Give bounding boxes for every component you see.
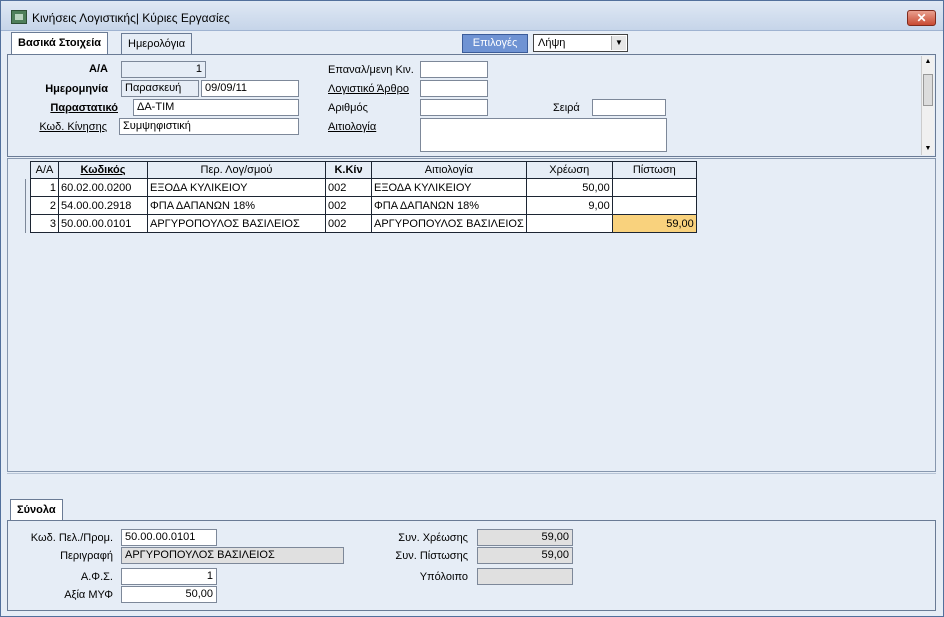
options-button[interactable]: Επιλογές: [462, 34, 528, 53]
number-label: Αριθμός: [328, 102, 368, 114]
app-window: Κινήσεις Λογιστικής| Κύριες Εργασίες ✕ Β…: [0, 0, 944, 617]
table-row[interactable]: 2 54.00.00.2918 ΦΠΑ ΔΑΠΑΝΩΝ 18% 002 ΦΠΑ …: [30, 196, 697, 215]
table-row[interactable]: 3 50.00.00.0101 ΑΡΓΥΡΟΠΟΥΛΟΣ ΒΑΣΙΛΕΙΟΣ 0…: [30, 214, 697, 233]
aa-field: 1: [121, 61, 206, 78]
table-row[interactable]: 1 60.02.00.0200 ΕΞΟΔΑ ΚΥΛΙΚΕΙΟΥ 002 ΕΞΟΔ…: [30, 178, 697, 197]
cell-credit[interactable]: [611, 178, 697, 197]
cell-account-desc[interactable]: ΑΡΓΥΡΟΠΟΥΛΟΣ ΒΑΣΙΛΕΙΟΣ: [147, 214, 326, 233]
article-field[interactable]: [420, 80, 488, 97]
column-header-account-desc[interactable]: Περ. Λογ/σμού: [147, 161, 326, 179]
tab-totals[interactable]: Σύνολα: [10, 499, 63, 521]
cell-debit[interactable]: 9,00: [525, 196, 613, 215]
tab-journals[interactable]: Ημερολόγια: [121, 33, 193, 55]
row-marker[interactable]: [16, 197, 26, 215]
cell-account-desc[interactable]: ΕΞΟΔΑ ΚΥΛΙΚΕΙΟΥ: [147, 178, 326, 197]
tab-main-details[interactable]: Βασικά Στοιχεία: [11, 32, 109, 55]
header-scrollbar[interactable]: ▲ ▼: [921, 56, 934, 155]
cell-aa[interactable]: 1: [30, 178, 59, 197]
scroll-down-icon[interactable]: ▼: [922, 143, 934, 155]
date-field[interactable]: 09/09/11: [201, 80, 299, 97]
cell-debit[interactable]: [525, 214, 613, 233]
series-field[interactable]: [592, 99, 666, 116]
action-select[interactable]: Λήψη ▼: [533, 34, 628, 52]
balance-label: Υπόλοιπο: [419, 571, 468, 583]
afs-label: Α.Φ.Σ.: [80, 571, 113, 583]
scroll-up-icon[interactable]: ▲: [922, 56, 934, 68]
series-label: Σειρά: [553, 102, 580, 114]
cell-debit[interactable]: 50,00: [525, 178, 613, 197]
credit-total-label: Συν. Πίστωσης: [395, 550, 468, 562]
column-header-aa[interactable]: Α/Α: [30, 161, 59, 179]
debit-total-label: Συν. Χρέωσης: [398, 532, 468, 544]
window-title: Κινήσεις Λογιστικής| Κύριες Εργασίες: [32, 11, 230, 25]
cell-kkin[interactable]: 002: [325, 178, 372, 197]
entries-table: Α/Α Κωδικός Περ. Λογ/σμού Κ.Κίν Αιτιολογ…: [30, 161, 697, 233]
cell-reason[interactable]: ΑΡΓΥΡΟΠΟΥΛΟΣ ΒΑΣΙΛΕΙΟΣ: [371, 214, 527, 233]
close-button[interactable]: ✕: [907, 10, 936, 26]
action-select-value: Λήψη: [538, 37, 566, 49]
description-field: ΑΡΓΥΡΟΠΟΥΛΟΣ ΒΑΣΙΛΕΙΟΣ: [121, 547, 344, 564]
app-logo-icon: [11, 10, 27, 24]
row-marker[interactable]: [16, 179, 26, 197]
aa-label: Α/Α: [89, 63, 108, 75]
cell-credit-selected[interactable]: 59,00: [611, 214, 697, 233]
cell-code[interactable]: 54.00.00.2918: [58, 196, 148, 215]
cell-aa[interactable]: 3: [30, 214, 59, 233]
table-header-row: Α/Α Κωδικός Περ. Λογ/σμού Κ.Κίν Αιτιολογ…: [30, 161, 697, 179]
number-field[interactable]: [420, 99, 488, 116]
chevron-down-icon[interactable]: ▼: [611, 36, 626, 50]
grid-footer-band: [7, 473, 936, 494]
myf-field[interactable]: 50,00: [121, 586, 217, 603]
row-marker[interactable]: [16, 215, 26, 233]
afs-field[interactable]: 1: [121, 568, 217, 585]
cell-code[interactable]: 60.02.00.0200: [58, 178, 148, 197]
debit-total-field: 59,00: [477, 529, 573, 546]
cell-account-desc[interactable]: ΦΠΑ ΔΑΠΑΝΩΝ 18%: [147, 196, 326, 215]
move-code-field[interactable]: Συμψηφιστική: [119, 118, 299, 135]
title-bar: Κινήσεις Λογιστικής| Κύριες Εργασίες ✕: [1, 1, 943, 31]
cell-reason[interactable]: ΦΠΑ ΔΑΠΑΝΩΝ 18%: [371, 196, 527, 215]
cell-kkin[interactable]: 002: [325, 214, 372, 233]
column-header-reason[interactable]: Αιτιολογία: [371, 161, 527, 179]
header-panel: Α/Α 1 Ημερομηνία Παρασκευή 09/09/11 Παρα…: [7, 54, 936, 157]
recurring-field[interactable]: [420, 61, 488, 78]
credit-total-field: 59,00: [477, 547, 573, 564]
column-header-kkin[interactable]: Κ.Κίν: [325, 161, 372, 179]
move-code-label[interactable]: Κωδ. Κίνησης: [18, 121, 107, 133]
document-field[interactable]: ΔΑ-ΤΙΜ: [133, 99, 299, 116]
column-header-debit[interactable]: Χρέωση: [525, 161, 613, 179]
entries-grid-panel: Α/Α Κωδικός Περ. Λογ/σμού Κ.Κίν Αιτιολογ…: [7, 158, 936, 472]
column-header-code[interactable]: Κωδικός: [58, 161, 148, 179]
cell-code[interactable]: 50.00.00.0101: [58, 214, 148, 233]
reason-label[interactable]: Αιτιολογία: [328, 121, 376, 133]
date-label: Ημερομηνία: [45, 83, 108, 95]
column-header-credit[interactable]: Πίστωση: [611, 161, 697, 179]
day-field: Παρασκευή: [121, 80, 199, 97]
cell-credit[interactable]: [611, 196, 697, 215]
totals-panel: Κωδ. Πελ./Προμ. 50.00.00.0101 Περιγραφή …: [7, 520, 936, 611]
reason-textarea[interactable]: [420, 118, 667, 152]
description-label: Περιγραφή: [60, 550, 113, 562]
document-label[interactable]: Παραστατικό: [18, 102, 118, 114]
recurring-label: Επαναλ/μενη Κιν.: [328, 64, 414, 76]
customer-code-field[interactable]: 50.00.00.0101: [121, 529, 217, 546]
cell-reason[interactable]: ΕΞΟΔΑ ΚΥΛΙΚΕΙΟΥ: [371, 178, 527, 197]
scroll-thumb[interactable]: [923, 74, 933, 106]
cell-aa[interactable]: 2: [30, 196, 59, 215]
balance-field: [477, 568, 573, 585]
article-label[interactable]: Λογιστικό Άρθρο: [328, 83, 409, 95]
cell-kkin[interactable]: 002: [325, 196, 372, 215]
customer-code-label: Κωδ. Πελ./Προμ.: [30, 532, 113, 544]
myf-label: Αξία ΜΥΦ: [64, 589, 113, 601]
